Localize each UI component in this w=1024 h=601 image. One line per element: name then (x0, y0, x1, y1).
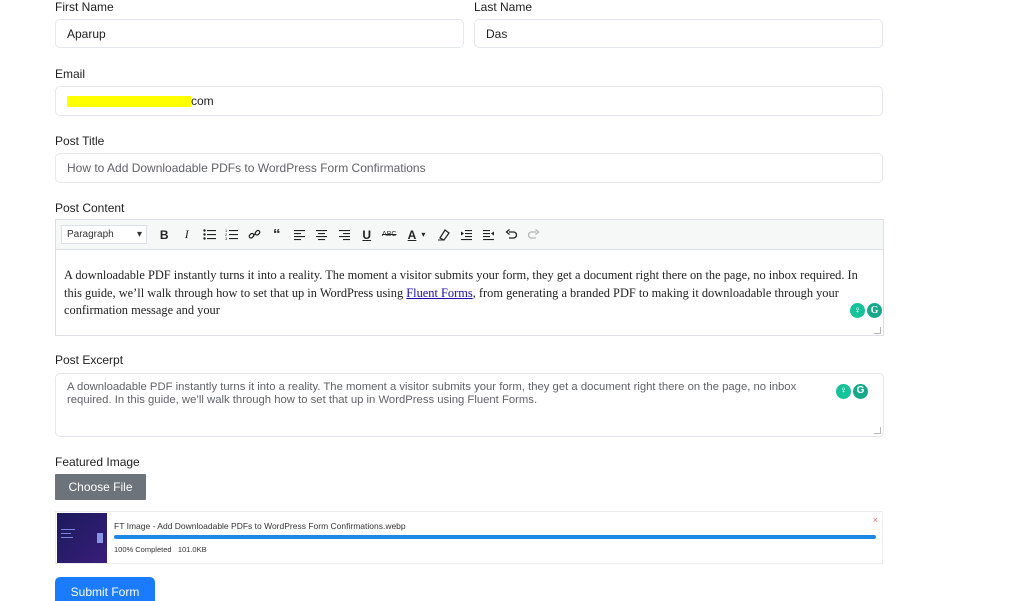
align-right-icon[interactable] (333, 224, 356, 246)
grammarly-g-icon[interactable]: G (867, 303, 882, 318)
upload-status-text: 100% Completed (114, 545, 172, 554)
last-name-input[interactable]: Das (474, 19, 883, 48)
editor-toolbar: Paragraph ▾ B I 123 “ U ABC A ▾ (56, 220, 883, 250)
grammarly-bulb-icon[interactable]: ♀ (850, 303, 865, 318)
email-label: Email (55, 67, 86, 81)
last-name-label: Last Name (474, 0, 533, 14)
upload-progress-fill (114, 535, 876, 539)
resize-handle-icon[interactable] (874, 427, 881, 434)
first-name-label: First Name (55, 0, 114, 14)
post-excerpt-textarea[interactable]: A downloadable PDF instantly turns it in… (55, 373, 884, 437)
resize-handle-icon[interactable] (874, 327, 881, 334)
upload-status: 100% Completed 101.0KB (114, 545, 207, 554)
format-select[interactable]: Paragraph ▾ (61, 225, 147, 244)
bold-icon[interactable]: B (153, 224, 176, 246)
post-title-value: How to Add Downloadable PDFs to WordPres… (67, 161, 426, 175)
undo-icon[interactable] (500, 224, 523, 246)
underline-icon[interactable]: U (356, 224, 379, 246)
italic-icon[interactable]: I (176, 224, 199, 246)
grammarly-widget-excerpt[interactable]: ♀ G (836, 384, 868, 399)
remove-file-icon[interactable]: × (873, 515, 878, 525)
first-name-value: Aparup (67, 26, 106, 41)
post-content-label: Post Content (55, 201, 125, 215)
post-excerpt-label: Post Excerpt (55, 353, 124, 367)
blockquote-icon[interactable]: “ (266, 224, 289, 246)
clear-formatting-icon[interactable] (433, 224, 456, 246)
svg-text:3: 3 (225, 236, 228, 241)
format-select-value: Paragraph (67, 229, 114, 240)
grammarly-g-icon[interactable]: G (853, 384, 868, 399)
submit-form-button[interactable]: Submit Form (55, 577, 155, 601)
featured-image-label: Featured Image (55, 455, 140, 469)
post-content-editor[interactable]: Paragraph ▾ B I 123 “ U ABC A ▾ A downlo… (55, 219, 884, 336)
post-title-label: Post Title (55, 134, 105, 148)
post-excerpt-value: A downloadable PDF instantly turns it in… (67, 381, 797, 406)
editor-body[interactable]: A downloadable PDF instantly turns it in… (56, 250, 883, 336)
upload-file-size: 101.0KB (177, 545, 207, 554)
choose-file-button[interactable]: Choose File (55, 474, 146, 500)
strikethrough-icon[interactable]: ABC (378, 224, 401, 246)
last-name-value: Das (486, 26, 508, 41)
numbered-list-icon[interactable]: 123 (221, 224, 244, 246)
email-value-suffix: com (191, 94, 214, 108)
redo-icon[interactable] (523, 224, 546, 246)
align-center-icon[interactable] (311, 224, 334, 246)
text-color-icon[interactable]: A ▾ (401, 224, 433, 246)
bullet-list-icon[interactable] (198, 224, 221, 246)
link-icon[interactable] (243, 224, 266, 246)
indent-icon[interactable] (455, 224, 478, 246)
fluent-forms-link[interactable]: Fluent Forms (406, 286, 472, 300)
image-thumbnail (57, 513, 107, 563)
grammarly-widget[interactable]: ♀ G (850, 303, 882, 318)
upload-item: FT Image - Add Downloadable PDFs to Word… (55, 511, 883, 564)
email-redaction (67, 95, 191, 107)
first-name-input[interactable]: Aparup (55, 19, 464, 48)
align-left-icon[interactable] (288, 224, 311, 246)
outdent-icon[interactable] (478, 224, 501, 246)
upload-file-name: FT Image - Add Downloadable PDFs to Word… (114, 521, 406, 531)
email-input[interactable]: com (55, 86, 883, 116)
post-content-paragraph: A downloadable PDF instantly turns it in… (64, 268, 858, 318)
upload-progress-bar (114, 535, 876, 539)
dropdown-caret-icon: ▾ (136, 229, 142, 240)
grammarly-bulb-icon[interactable]: ♀ (836, 384, 851, 399)
post-title-input[interactable]: How to Add Downloadable PDFs to WordPres… (55, 153, 883, 183)
